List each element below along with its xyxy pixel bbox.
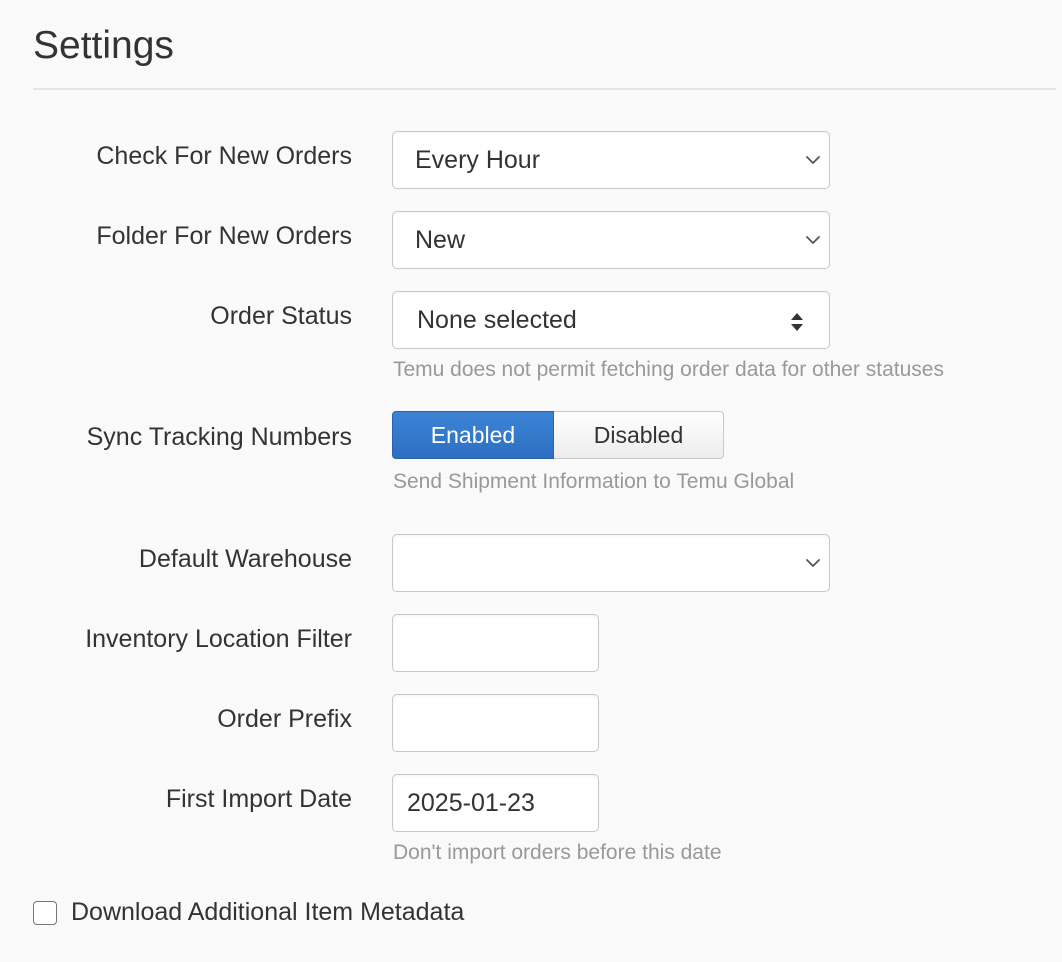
first-import-input[interactable]: 2025-01-23: [392, 774, 599, 832]
metadata-checkbox[interactable]: [33, 900, 57, 925]
warehouse-label: Default Warehouse: [138, 545, 352, 573]
sort-updown-icon: [791, 313, 803, 331]
first-import-help: Don't import orders before this date: [393, 841, 722, 864]
page-title: Settings: [33, 24, 174, 67]
warehouse-select[interactable]: [392, 534, 830, 592]
sync-tracking-label: Sync Tracking Numbers: [86, 423, 352, 451]
inventory-filter-input[interactable]: [392, 614, 599, 672]
metadata-label[interactable]: Download Additional Item Metadata: [71, 898, 464, 927]
metadata-option: Download Additional Item Metadata: [33, 898, 464, 927]
folder-value: New: [415, 226, 466, 254]
order-prefix-label: Order Prefix: [217, 705, 352, 733]
folder-label: Folder For New Orders: [96, 222, 352, 250]
order-status-select[interactable]: None selected: [392, 291, 830, 349]
check-orders-value: Every Hour: [415, 146, 541, 174]
first-import-value: 2025-01-23: [407, 789, 535, 817]
first-import-label: First Import Date: [165, 785, 352, 813]
chevron-down-icon: [806, 559, 820, 567]
order-prefix-input[interactable]: [392, 694, 599, 752]
title-divider: [33, 88, 1056, 90]
check-orders-select[interactable]: Every Hour: [392, 131, 830, 189]
order-status-label: Order Status: [210, 302, 352, 330]
sync-tracking-toggle: Enabled Disabled: [392, 411, 724, 459]
folder-select[interactable]: New: [392, 211, 830, 269]
sync-tracking-help: Send Shipment Information to Temu Global: [393, 470, 795, 493]
chevron-down-icon: [806, 156, 820, 164]
chevron-down-icon: [806, 236, 820, 244]
check-orders-label: Check For New Orders: [96, 142, 352, 170]
order-status-help: Temu does not permit fetching order data…: [393, 358, 944, 381]
order-status-value: None selected: [417, 306, 577, 334]
inventory-filter-label: Inventory Location Filter: [85, 625, 352, 653]
disabled-button[interactable]: Disabled: [554, 411, 724, 459]
enabled-button[interactable]: Enabled: [392, 411, 554, 459]
